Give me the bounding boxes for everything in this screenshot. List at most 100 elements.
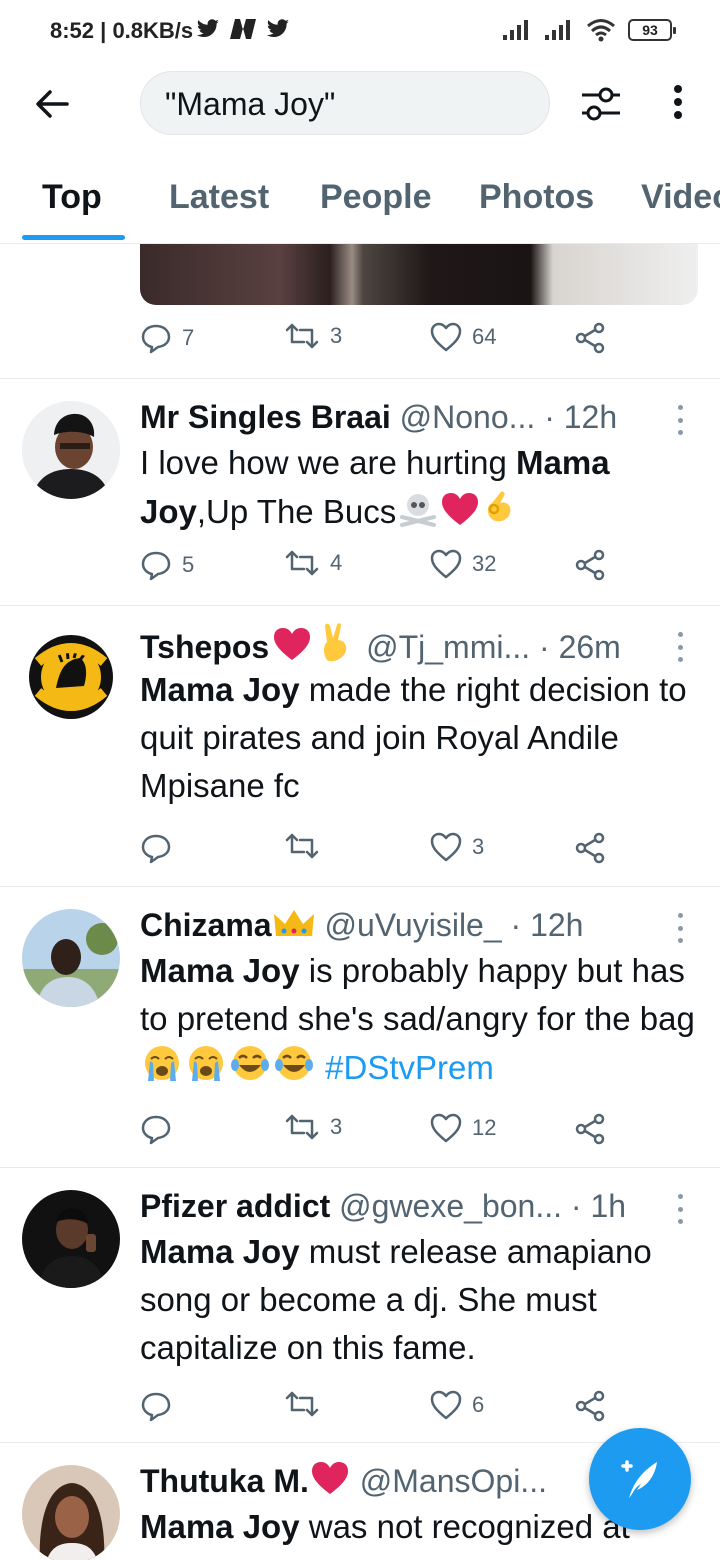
battery-indicator: 93: [628, 19, 676, 41]
avatar[interactable]: [22, 1190, 120, 1288]
tweet-time: · 1h: [570, 1188, 627, 1224]
display-name[interactable]: Thutuka M.: [140, 1463, 309, 1499]
retweet-button[interactable]: 3: [284, 1113, 342, 1141]
red-heart-icon: [442, 493, 479, 525]
reply-button[interactable]: 5: [140, 549, 194, 581]
tweet-text: Mama Joy made the right decision to quit…: [140, 671, 687, 804]
tweet-time: · 12h: [510, 907, 584, 943]
dot-icon: [674, 98, 682, 106]
search-query-text: "Mama Joy": [165, 86, 336, 122]
avatar[interactable]: [22, 401, 120, 499]
tab-videos[interactable]: Videos: [641, 178, 720, 217]
share-button[interactable]: [574, 1113, 606, 1145]
tweet-header: Pfizer addict @gwexe_bon... · 1h: [140, 1184, 680, 1228]
overflow-menu-button[interactable]: [660, 80, 696, 124]
heart-outline-icon: [430, 549, 462, 579]
retweet-count: 3: [330, 323, 343, 348]
tweet-media-image[interactable]: [140, 244, 698, 305]
like-button[interactable]: 64: [430, 322, 496, 352]
reply-button[interactable]: [140, 1390, 182, 1422]
search-header: "Mama Joy": [0, 64, 720, 144]
display-name[interactable]: Chizama: [140, 907, 272, 943]
user-handle[interactable]: @gwexe_bon...: [339, 1188, 562, 1224]
heart-outline-icon: [430, 832, 462, 862]
twitter-bird-icon: [196, 19, 219, 37]
loudly-crying-face-icon: [189, 1046, 223, 1081]
share-button[interactable]: [574, 322, 606, 354]
tweet[interactable]: Pfizer addict @gwexe_bon... · 1h Mama Jo…: [0, 1168, 720, 1442]
user-photo: [22, 1465, 120, 1560]
like-button[interactable]: 6: [430, 1390, 484, 1420]
retweet-button[interactable]: 3: [284, 322, 342, 350]
avatar[interactable]: [22, 1465, 120, 1560]
user-handle[interactable]: @MansOpi...: [360, 1463, 547, 1499]
tab-photos[interactable]: Photos: [479, 178, 594, 217]
dot-icon: [674, 111, 682, 119]
search-tabs: Top Latest People Photos Videos: [0, 160, 720, 244]
tweet-menu-button[interactable]: [678, 632, 688, 662]
tears-of-joy-face-icon: [231, 1046, 269, 1080]
search-input[interactable]: "Mama Joy": [140, 71, 550, 135]
tab-top[interactable]: Top: [42, 178, 102, 217]
retweet-button[interactable]: 4: [284, 549, 342, 577]
display-name[interactable]: Tshepos: [140, 629, 269, 665]
tweet[interactable]: Mr Singles Braai @Nono... · 12h I love h…: [0, 379, 720, 605]
display-name[interactable]: Pfizer addict: [140, 1188, 330, 1224]
tweet-menu-button[interactable]: [678, 1194, 688, 1224]
display-name[interactable]: Mr Singles Braai: [140, 399, 391, 435]
tweet-menu-button[interactable]: [678, 913, 688, 943]
reply-icon: [141, 834, 171, 864]
heart-outline-icon: [430, 322, 462, 352]
share-button[interactable]: [574, 549, 606, 581]
tweet[interactable]: Tshepos @Tj_mmi... · 26m Mama Joy made t…: [0, 606, 720, 886]
like-button[interactable]: 3: [430, 832, 484, 862]
search-results-feed[interactable]: 7 3 64 Mr Singles Braai @Nono... · 12h I…: [0, 244, 720, 1560]
tweet-header: Chizama @uVuyisile_ · 12h: [140, 903, 680, 947]
reply-count: 5: [182, 552, 195, 577]
tweet[interactable]: Chizama @uVuyisile_ · 12h Mama Joy is pr…: [0, 887, 720, 1167]
reply-button[interactable]: [140, 832, 182, 864]
share-icon: [575, 1390, 605, 1422]
user-handle[interactable]: @Tj_mmi...: [366, 629, 530, 665]
retweet-button[interactable]: [284, 1390, 330, 1418]
like-button[interactable]: 12: [430, 1113, 496, 1143]
back-button[interactable]: [30, 84, 74, 124]
reply-button[interactable]: 7: [140, 322, 194, 354]
tab-people[interactable]: People: [320, 178, 431, 217]
retweet-button[interactable]: [284, 832, 330, 860]
user-handle[interactable]: @uVuyisile_: [324, 907, 501, 943]
user-photo: [22, 1190, 120, 1288]
tweet-actions: 7 3 64: [140, 322, 640, 362]
like-count: 64: [472, 324, 497, 349]
red-heart-icon: [274, 628, 311, 660]
retweet-icon: [285, 323, 319, 349]
share-button[interactable]: [574, 832, 606, 864]
like-button[interactable]: 32: [430, 549, 496, 579]
active-tab-indicator: [22, 235, 125, 240]
tweet-menu-button[interactable]: [678, 405, 688, 435]
like-count: 3: [472, 834, 485, 859]
compose-tweet-button[interactable]: [589, 1428, 691, 1530]
avatar[interactable]: [22, 628, 120, 726]
signal-icon: [545, 20, 570, 40]
reply-icon: [141, 324, 171, 354]
retweet-icon: [285, 833, 319, 859]
tweet-actions: 3 12: [140, 1113, 640, 1153]
share-icon: [575, 832, 605, 864]
user-handle[interactable]: @Nono...: [400, 399, 536, 435]
avatar[interactable]: [22, 909, 120, 1007]
search-filters-button[interactable]: [578, 82, 624, 126]
heart-outline-icon: [430, 1113, 462, 1143]
tweet-actions: 3: [140, 832, 640, 872]
hashtag-link[interactable]: #DStvPrem: [325, 1049, 494, 1086]
tweet-actions: 5 4 32: [140, 549, 640, 589]
tab-latest[interactable]: Latest: [169, 178, 269, 217]
reply-button[interactable]: [140, 1113, 182, 1145]
loudly-crying-face-icon: [145, 1046, 179, 1081]
share-icon: [575, 1113, 605, 1145]
tweet-header: Tshepos @Tj_mmi... · 26m: [140, 622, 680, 666]
share-button[interactable]: [574, 1390, 606, 1422]
signal-icon: [503, 20, 528, 40]
back-arrow-icon: [36, 90, 69, 118]
like-count: 6: [472, 1392, 485, 1417]
